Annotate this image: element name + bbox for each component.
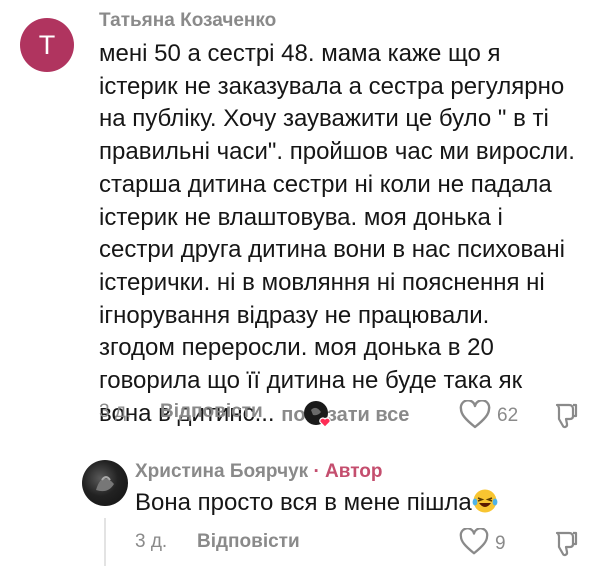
- reply-button[interactable]: Відповісти: [160, 401, 263, 423]
- comment-line: на публіку. Хочу зауважити це було " в т…: [99, 105, 549, 133]
- reply-like-heart-icon[interactable]: [459, 527, 489, 561]
- comment-line: мені 50 а сестрі 48. мама каже що я: [99, 40, 501, 67]
- comment-line: згодом переросли. моя донька в 20: [99, 334, 494, 362]
- show-all-link[interactable]: показати все: [281, 404, 409, 426]
- like-count: 62: [497, 405, 519, 426]
- comment-time: 3 д.: [99, 401, 132, 422]
- comment-line: говорила що її дитина не буде така як: [99, 367, 523, 395]
- reply-avatar[interactable]: [82, 460, 128, 506]
- reply-text: Вона просто вся в мене пішла: [135, 488, 498, 517]
- reply-author[interactable]: Христина Боярчук · Автор: [135, 461, 382, 483]
- comment-line: старша дитина сестри ні коли не падала: [99, 170, 552, 198]
- author-badge: · Автор: [313, 461, 383, 482]
- comment-line: ігнорування відразу не працювали.: [99, 301, 490, 329]
- creator-liked-icon: [303, 400, 333, 430]
- reply-dislike-icon[interactable]: [553, 530, 579, 563]
- reply-time: 3 д.: [135, 531, 168, 552]
- reply-reply-button[interactable]: Відповісти: [197, 531, 300, 553]
- comment-text: мені 50 а сестрі 48. мама каже що я істе…: [99, 38, 589, 431]
- like-heart-icon[interactable]: [459, 399, 491, 435]
- laughing-tears-emoji-icon: [472, 488, 498, 514]
- comment-line: істерик не заказувала а сестра регулярно: [99, 72, 565, 100]
- reply-text-content: Вона просто вся в мене пішла: [135, 489, 472, 516]
- comment-line: сестри друга дитина вони в нас психовані: [99, 236, 565, 264]
- thread-line: [104, 518, 106, 566]
- comment-line: правильні часи". пройшов час ми виросли.: [99, 138, 575, 166]
- comment-author[interactable]: Татьяна Козаченко: [99, 10, 276, 32]
- reply-like-count: 9: [495, 533, 506, 554]
- dislike-icon[interactable]: [553, 402, 579, 435]
- comment-line: істерички. ні в мовляння ні пояснення ні: [99, 268, 545, 296]
- comment-line: істерик не влаштовува. моя донька і: [99, 203, 503, 231]
- reply-author-name: Христина Боярчук: [135, 461, 309, 482]
- avatar-letter: T: [38, 29, 56, 60]
- avatar[interactable]: T: [20, 18, 74, 72]
